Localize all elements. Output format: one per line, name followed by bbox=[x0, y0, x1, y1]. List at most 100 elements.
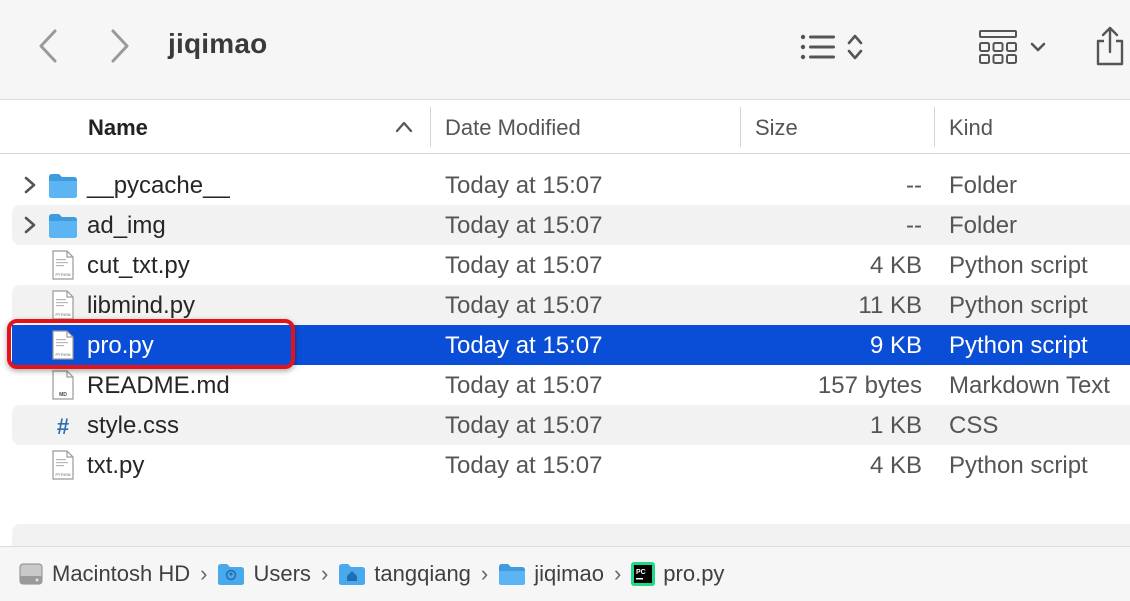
file-name: README.md bbox=[87, 372, 230, 399]
file-kind: Python script bbox=[949, 332, 1088, 359]
file-name: txt.py bbox=[87, 452, 145, 479]
file-name: libmind.py bbox=[87, 292, 196, 319]
pycharm-icon: PC bbox=[631, 562, 656, 586]
file-size: 4 KB bbox=[869, 252, 922, 279]
file-size: 1 KB bbox=[869, 412, 922, 439]
column-divider[interactable] bbox=[934, 107, 935, 147]
chevron-updown-icon bbox=[847, 34, 863, 60]
column-name-header[interactable]: Name bbox=[88, 101, 148, 154]
path-item-pro-py[interactable]: PC pro.py bbox=[631, 561, 724, 587]
file-kind: Folder bbox=[949, 172, 1018, 199]
hard-drive-icon bbox=[19, 563, 43, 585]
svg-text:PYTHON: PYTHON bbox=[56, 473, 71, 477]
python-file-icon: PYTHON bbox=[52, 450, 74, 480]
path-separator-icon: › bbox=[613, 561, 622, 586]
svg-text:#: # bbox=[57, 414, 69, 439]
disclosure-triangle-icon[interactable] bbox=[20, 215, 40, 235]
file-kind: Folder bbox=[949, 212, 1018, 239]
toolbar: jiqimao bbox=[0, 0, 1130, 100]
file-date: Today at 15:07 bbox=[445, 292, 603, 319]
group-button[interactable] bbox=[978, 26, 1058, 68]
empty-row-stripe bbox=[12, 524, 1130, 546]
share-icon bbox=[1096, 26, 1124, 66]
column-kind-header[interactable]: Kind bbox=[949, 101, 993, 154]
back-button[interactable] bbox=[28, 26, 68, 66]
file-row[interactable]: # style.css Today at 15:07 1 KB CSS bbox=[12, 405, 1130, 445]
svg-text:PYTHON: PYTHON bbox=[56, 273, 71, 277]
chevron-left-icon bbox=[39, 29, 57, 63]
file-date: Today at 15:07 bbox=[445, 252, 603, 279]
path-item-label: tangqiang bbox=[374, 561, 471, 586]
file-size: 4 KB bbox=[869, 452, 922, 479]
markdown-file-icon: MD bbox=[52, 370, 74, 400]
python-file-icon: PYTHON bbox=[52, 250, 74, 280]
python-file-icon: PYTHON bbox=[52, 330, 74, 360]
file-date: Today at 15:07 bbox=[445, 172, 603, 199]
grid-icon bbox=[979, 30, 1017, 64]
share-button[interactable] bbox=[1092, 24, 1130, 68]
file-date: Today at 15:07 bbox=[445, 452, 603, 479]
file-date: Today at 15:07 bbox=[445, 212, 603, 239]
path-item-jiqimao[interactable]: jiqimao bbox=[498, 561, 604, 587]
column-divider[interactable] bbox=[430, 107, 431, 147]
python-file-icon: PYTHON bbox=[52, 290, 74, 320]
file-size: -- bbox=[906, 212, 922, 239]
folder-icon bbox=[49, 174, 77, 198]
file-size: -- bbox=[906, 172, 922, 199]
file-kind: Python script bbox=[949, 252, 1088, 279]
column-header: Name Date Modified Size Kind bbox=[0, 101, 1130, 154]
path-item-tangqiang[interactable]: tangqiang bbox=[338, 561, 471, 587]
path-item-label: Users bbox=[253, 561, 311, 586]
folder-icon bbox=[49, 214, 77, 238]
path-bar: Macintosh HD › Users › tangqiang › jiqim… bbox=[0, 546, 1130, 601]
column-date-header[interactable]: Date Modified bbox=[445, 101, 581, 154]
column-size-header[interactable]: Size bbox=[755, 101, 798, 154]
column-divider[interactable] bbox=[740, 107, 741, 147]
file-kind: Python script bbox=[949, 452, 1088, 479]
file-row[interactable]: __pycache__ Today at 15:07 -- Folder bbox=[12, 165, 1130, 205]
svg-text:PYTHON: PYTHON bbox=[56, 353, 71, 357]
path-item-macintosh-hd[interactable]: Macintosh HD bbox=[18, 561, 190, 587]
file-row[interactable]: MD README.md Today at 15:07 157 bytes Ma… bbox=[12, 365, 1130, 405]
file-row[interactable]: PYTHON txt.py Today at 15:07 4 KB Python… bbox=[12, 445, 1130, 485]
users-folder-icon bbox=[218, 564, 245, 585]
window-title: jiqimao bbox=[168, 28, 268, 59]
file-size: 11 KB bbox=[858, 292, 922, 319]
file-name: pro.py bbox=[87, 332, 154, 359]
path-item-label: Macintosh HD bbox=[52, 561, 191, 586]
svg-text:PYTHON: PYTHON bbox=[56, 313, 71, 317]
file-date: Today at 15:07 bbox=[445, 372, 603, 399]
file-row[interactable]: PYTHON cut_txt.py Today at 15:07 4 KB Py… bbox=[12, 245, 1130, 285]
path-separator-icon: › bbox=[480, 561, 489, 586]
chevron-down-icon bbox=[1030, 42, 1046, 52]
file-size: 157 bytes bbox=[817, 372, 922, 399]
list-icon bbox=[800, 34, 835, 60]
home-folder-icon bbox=[339, 564, 366, 585]
file-kind: CSS bbox=[949, 412, 999, 439]
file-row-selected[interactable]: PYTHON pro.py Today at 15:07 9 KB Python… bbox=[12, 325, 1130, 365]
path-item-label: pro.py bbox=[663, 561, 725, 586]
path-item-label: jiqimao bbox=[534, 561, 604, 586]
path-separator-icon: › bbox=[200, 561, 208, 586]
disclosure-triangle-icon[interactable] bbox=[20, 175, 40, 195]
file-row[interactable]: ad_img Today at 15:07 -- Folder bbox=[12, 205, 1130, 245]
chevron-right-icon bbox=[111, 29, 129, 63]
file-name: ad_img bbox=[87, 212, 166, 239]
folder-icon bbox=[499, 564, 526, 585]
file-name: style.css bbox=[87, 412, 180, 439]
file-kind: Markdown Text bbox=[949, 372, 1110, 399]
file-size: 9 KB bbox=[869, 332, 922, 359]
svg-text:MD: MD bbox=[59, 392, 67, 398]
file-date: Today at 15:07 bbox=[445, 332, 603, 359]
file-name: __pycache__ bbox=[87, 172, 230, 199]
sort-ascending-icon[interactable] bbox=[394, 117, 414, 137]
svg-text:PC: PC bbox=[636, 569, 646, 576]
view-options-button[interactable] bbox=[800, 28, 880, 66]
file-date: Today at 15:07 bbox=[445, 412, 603, 439]
path-separator-icon: › bbox=[320, 561, 329, 586]
file-row[interactable]: PYTHON libmind.py Today at 15:07 11 KB P… bbox=[12, 285, 1130, 325]
forward-button[interactable] bbox=[100, 26, 140, 66]
path-item-users[interactable]: Users bbox=[217, 561, 311, 587]
css-file-icon: # bbox=[57, 414, 69, 439]
file-name: cut_txt.py bbox=[87, 252, 190, 279]
